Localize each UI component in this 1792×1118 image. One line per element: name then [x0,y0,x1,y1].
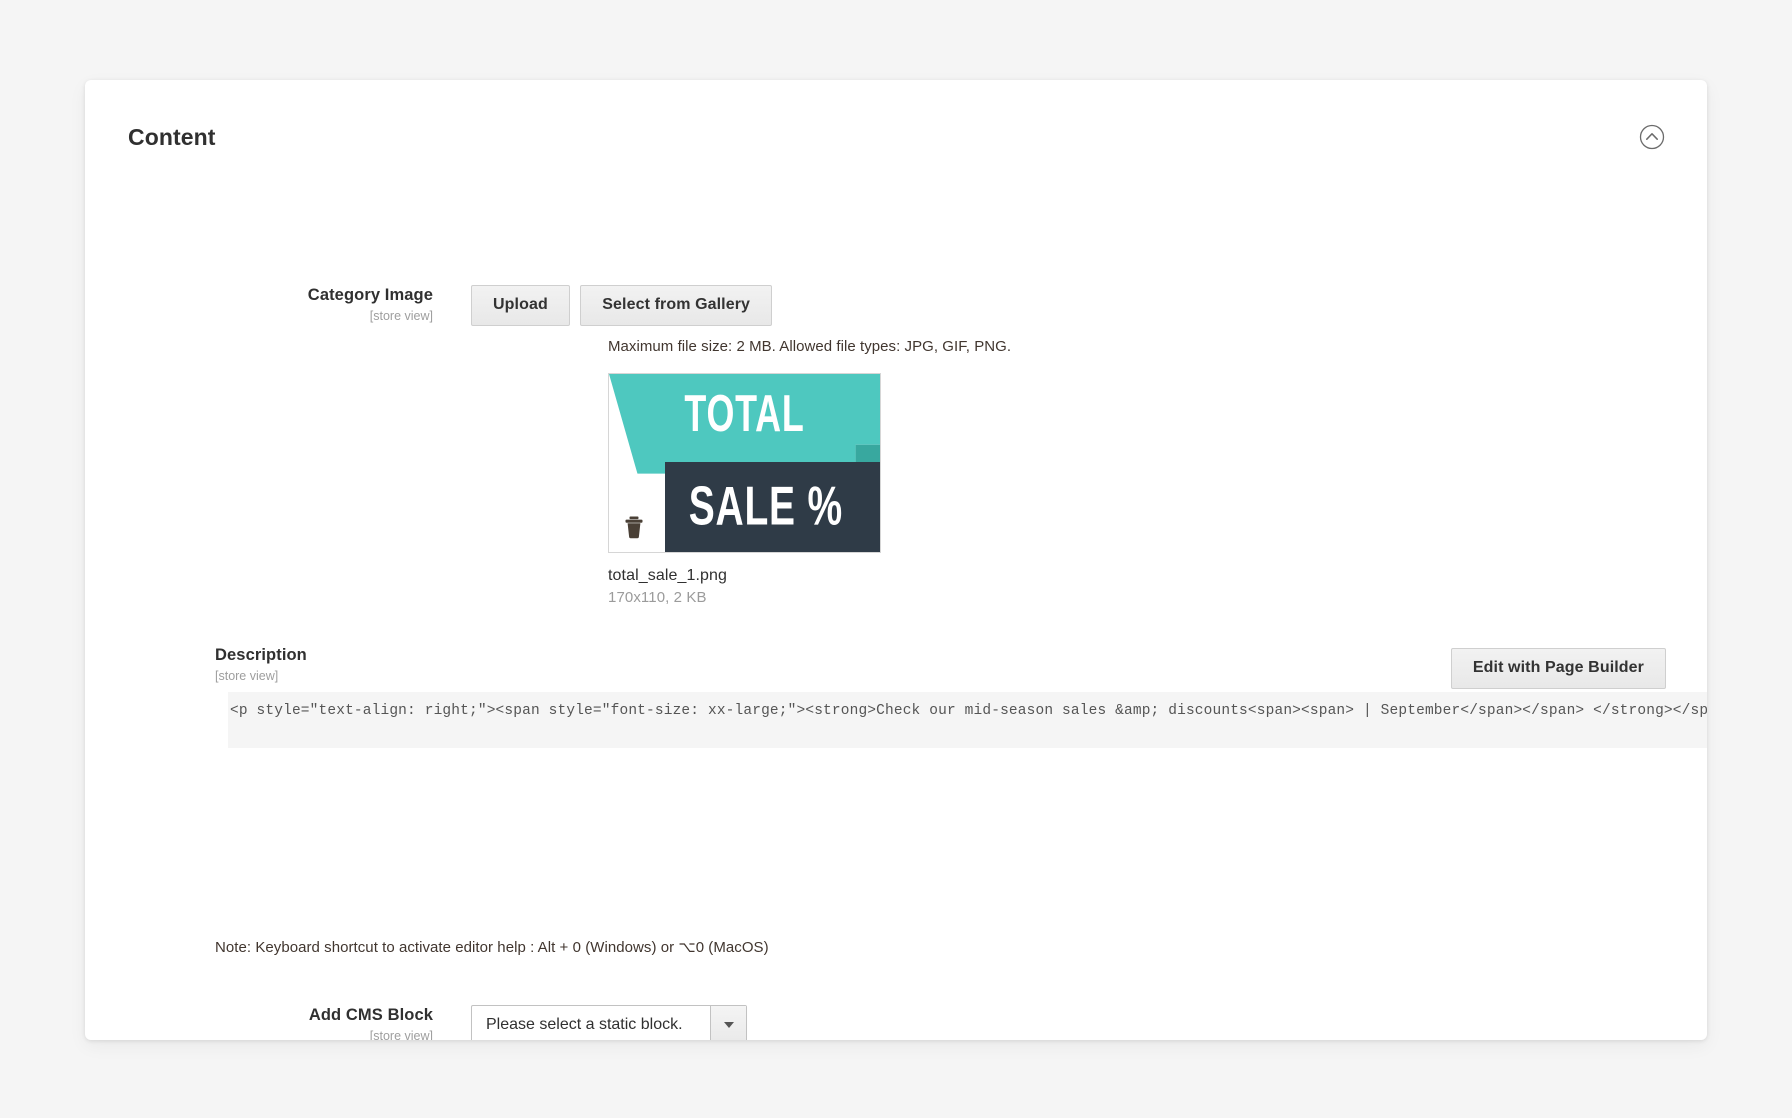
upload-restrictions-note: Maximum file size: 2 MB. Allowed file ty… [608,338,1012,355]
description-code-editor[interactable]: <p style="text-align: right;"><span styl… [228,692,1707,748]
sale-banner-artwork: TOTAL SALE % [609,374,880,552]
description-label: Description [215,646,307,664]
page-title: Content [128,124,216,150]
cms-block-label-col: Add CMS Block [store view] [85,1005,471,1040]
cms-block-selected-value: Please select a static block. [486,1016,683,1033]
description-scope: [store view] [215,668,279,683]
upload-button[interactable]: Upload [471,285,570,326]
banner-word-total: TOTAL [684,384,805,443]
page-root: Content Category Image [store view] Uplo… [0,0,1792,1118]
category-image-controls: Upload Select from Gallery [471,285,773,326]
category-image-scope: [store view] [369,308,433,323]
banner-word-sale: SALE % [689,474,844,537]
cms-block-field-row: Add CMS Block [store view] Please select… [85,1005,1707,1040]
category-image-label: Category Image [307,286,433,304]
cms-block-label: Add CMS Block [308,1006,433,1024]
edit-with-page-builder-button[interactable]: Edit with Page Builder [1450,648,1666,689]
chevron-up-circle-icon[interactable] [1639,124,1665,150]
trash-icon[interactable] [621,513,647,541]
cms-block-scope: [store view] [369,1028,433,1040]
category-image-field-row: Category Image [store view] Upload Selec… [85,285,1707,326]
cms-block-select[interactable]: Please select a static block. [471,1005,747,1040]
content-panel: Content Category Image [store view] Uplo… [85,80,1707,1040]
page-builder-button-wrap: Edit with Page Builder [1450,648,1666,689]
editor-shortcut-note: Note: Keyboard shortcut to activate edit… [215,939,769,956]
chevron-down-icon[interactable] [710,1006,746,1040]
select-from-gallery-button[interactable]: Select from Gallery [580,285,773,326]
category-image-label-col: Category Image [store view] [85,285,471,324]
description-code-line: <p style="text-align: right;"><span styl… [230,703,1707,719]
caret-shape [723,1022,734,1028]
image-file-meta: 170x110, 2 KB [608,589,707,606]
panel-header: Content [85,80,1707,176]
category-image-preview[interactable]: TOTAL SALE % [608,373,881,553]
image-file-name: total_sale_1.png [608,567,728,584]
description-label-block: Description [store view] [215,645,307,684]
